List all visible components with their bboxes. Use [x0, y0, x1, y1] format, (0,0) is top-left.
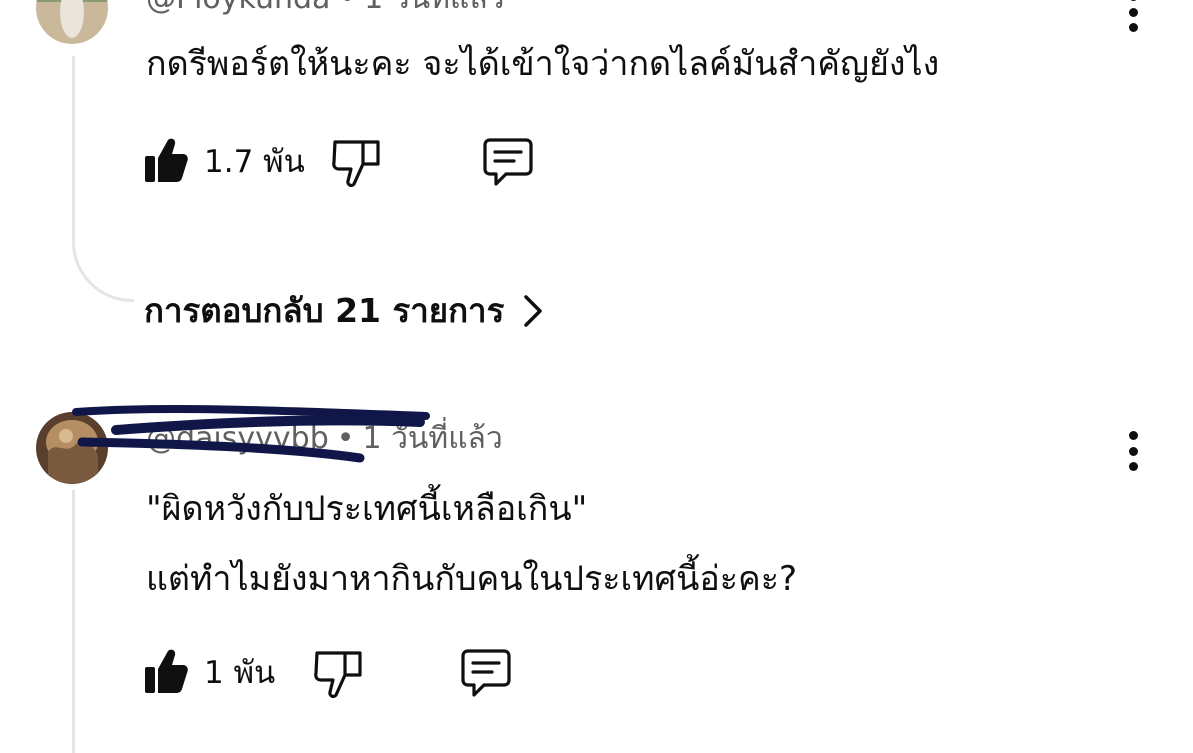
- comment-text: กดรีพอร์ตให้นะคะ จะได้เข้าใจว่ากดไลค์มัน…: [146, 29, 939, 99]
- more-vertical-icon[interactable]: [1126, 431, 1140, 471]
- comment-line: "ผิดหวังกับประเทศนี้เหลือเกิน": [146, 489, 588, 529]
- dislike-button[interactable]: [332, 136, 382, 192]
- reply-button[interactable]: [460, 647, 512, 703]
- replies-label: การตอบกลับ 21 รายการ: [144, 291, 505, 330]
- comment-actions: 1 พัน: [144, 647, 544, 699]
- like-count: 1 พัน: [204, 655, 276, 691]
- thumbs-down-outline-icon: [332, 140, 380, 188]
- view-replies-button[interactable]: การตอบกลับ 21 รายการ: [144, 284, 544, 337]
- thumbs-down-outline-icon: [314, 651, 362, 699]
- like-button[interactable]: [144, 136, 188, 188]
- comment-time: 1 วันที่แล้ว: [364, 0, 504, 16]
- comment-line: แต่ทำไมยังมาหากินกับคนในประเทศนี้อ่ะคะ?: [146, 559, 798, 599]
- chevron-right-icon: [524, 294, 543, 327]
- like-count: 1.7 พัน: [204, 144, 305, 180]
- comment-meta: @Ploykunda • 1 วันที่แล้ว: [146, 0, 504, 14]
- thumbs-up-filled-icon: [145, 138, 188, 182]
- comment-text: "ผิดหวังกับประเทศนี้เหลือเกิน" แต่ทำไมยั…: [146, 474, 797, 614]
- reply-button[interactable]: [482, 136, 534, 192]
- comment-actions: 1.7 พัน: [144, 136, 544, 188]
- comment-author[interactable]: @Ploykunda: [146, 0, 330, 16]
- thread-line: [72, 490, 75, 753]
- comment-line: กดรีพอร์ตให้นะคะ จะได้เข้าใจว่ากดไลค์มัน…: [146, 44, 940, 84]
- thumbs-up-filled-icon: [145, 649, 188, 693]
- redaction-scribble: [72, 405, 430, 463]
- comment-icon: [461, 649, 511, 697]
- comment-icon: [483, 138, 533, 186]
- thread-curve: [72, 230, 134, 302]
- like-button[interactable]: [144, 647, 188, 699]
- avatar[interactable]: [36, 0, 108, 44]
- dislike-button[interactable]: [314, 647, 364, 703]
- more-vertical-icon[interactable]: [1126, 0, 1140, 32]
- thread-line: [72, 56, 75, 232]
- meta-separator: •: [338, 0, 356, 16]
